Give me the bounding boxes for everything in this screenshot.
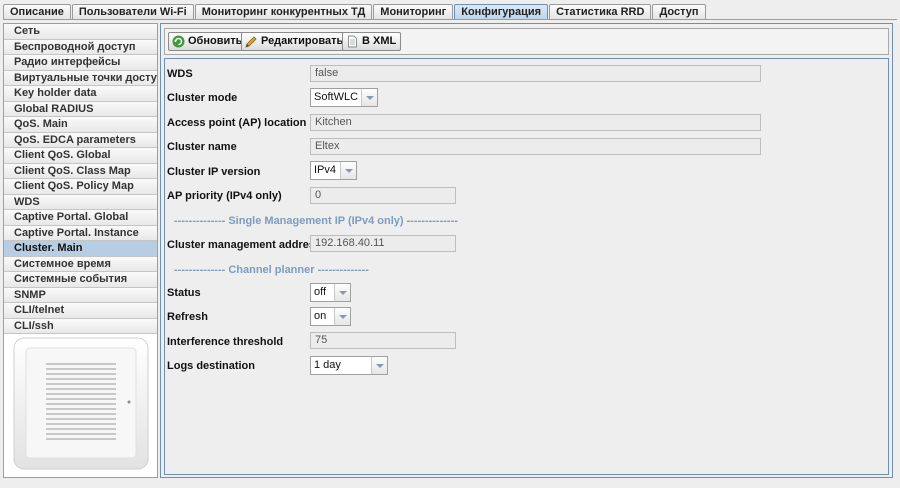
cluster-management-address-label: Cluster management address — [167, 239, 322, 251]
sidebar-item-cli-telnet[interactable]: CLI/telnet — [4, 303, 157, 319]
wds-field: false — [310, 65, 761, 82]
interference-threshold-label: Interference threshold — [167, 336, 284, 348]
chevron-down-icon — [361, 89, 377, 106]
channel-planner-separator: -------------- Channel planner ---------… — [174, 264, 369, 276]
sidebar-item-client-qos-global[interactable]: Client QoS. Global — [4, 148, 157, 164]
top-tab-bar: Описание Пользователи Wi-Fi Мониторинг к… — [3, 4, 707, 20]
chevron-down-icon — [371, 357, 387, 374]
cluster-name-label: Cluster name — [167, 141, 237, 153]
cluster-ip-version-value: IPv4 — [314, 164, 337, 176]
sidebar-item-virtual-aps[interactable]: Виртуальные точки доступа — [4, 70, 157, 86]
cluster-mode-select[interactable]: SoftWLC — [310, 88, 378, 107]
sidebar: Сеть Беспроводной доступ Радио интерфейс… — [3, 23, 158, 478]
wds-label: WDS — [167, 68, 193, 80]
sidebar-item-wireless-access[interactable]: Беспроводной доступ — [4, 39, 157, 55]
sidebar-item-global-radius[interactable]: Global RADIUS — [4, 101, 157, 117]
sidebar-item-qos-main[interactable]: QoS. Main — [4, 117, 157, 133]
sidebar-item-qos-edca[interactable]: QoS. EDCA parameters — [4, 132, 157, 148]
toolbar: Обновить Редактировать В XML — [164, 28, 889, 55]
export-xml-button[interactable]: В XML — [342, 32, 402, 51]
interference-threshold-field: 75 — [310, 332, 456, 349]
status-value: off — [314, 286, 327, 298]
ap-priority-label: AP priority (IPv4 only) — [167, 190, 282, 202]
sidebar-item-cli-ssh[interactable]: CLI/ssh — [4, 318, 157, 334]
sidebar-item-radio-interfaces[interactable]: Радио интерфейсы — [4, 55, 157, 71]
tab-description[interactable]: Описание — [3, 4, 71, 20]
tab-underline — [3, 19, 897, 20]
edit-button-label: Редактировать — [261, 35, 344, 47]
pencil-icon — [245, 36, 257, 48]
export-xml-button-label: В XML — [362, 35, 397, 47]
status-label: Status — [167, 287, 201, 299]
cluster-management-address-field: 192.168.40.11 — [310, 235, 456, 252]
cluster-name-field: Eltex — [310, 138, 761, 155]
chevron-down-icon — [334, 284, 350, 301]
sidebar-item-system-events[interactable]: Системные события — [4, 272, 157, 288]
sidebar-item-captive-portal-global[interactable]: Captive Portal. Global — [4, 210, 157, 226]
sidebar-item-captive-portal-instance[interactable]: Captive Portal. Instance — [4, 225, 157, 241]
ap-priority-field: 0 — [310, 187, 456, 204]
refresh-icon — [172, 35, 185, 48]
sidebar-item-system-time[interactable]: Системное время — [4, 256, 157, 272]
tab-access[interactable]: Доступ — [652, 4, 706, 20]
refresh-button[interactable]: Обновить — [168, 32, 248, 51]
logs-destination-label: Logs destination — [167, 360, 255, 372]
tab-monitoring[interactable]: Мониторинг — [373, 4, 454, 20]
refresh-select[interactable]: on — [310, 307, 351, 326]
tab-competitor-monitoring[interactable]: Мониторинг конкурентных ТД — [194, 4, 373, 20]
sidebar-item-key-holder-data[interactable]: Key holder data — [4, 86, 157, 102]
cluster-ip-version-select[interactable]: IPv4 — [310, 161, 357, 180]
chevron-down-icon — [340, 162, 356, 179]
sidebar-item-cluster-main[interactable]: Cluster. Main — [4, 241, 157, 257]
cluster-mode-value: SoftWLC — [314, 91, 359, 103]
edit-button[interactable]: Редактировать — [241, 32, 349, 51]
refresh-label: Refresh — [167, 311, 208, 323]
access-point-device-image — [13, 337, 149, 470]
logs-destination-select[interactable]: 1 day — [310, 356, 388, 375]
cluster-ip-version-label: Cluster IP version — [167, 166, 261, 178]
ap-location-label: Access point (AP) location — [167, 117, 307, 129]
tab-rrd-statistics[interactable]: Статистика RRD — [549, 4, 652, 20]
sidebar-item-client-qos-class-map[interactable]: Client QoS. Class Map — [4, 163, 157, 179]
refresh-value: on — [314, 310, 327, 322]
sidebar-item-snmp[interactable]: SNMP — [4, 287, 157, 303]
sidebar-item-client-qos-policy-map[interactable]: Client QoS. Policy Map — [4, 179, 157, 195]
ap-location-field: Kitchen — [310, 114, 761, 131]
single-management-ip-separator: -------------- Single Management IP (IPv… — [174, 215, 458, 227]
cluster-mode-label: Cluster mode — [167, 92, 238, 104]
status-select[interactable]: off — [310, 283, 351, 302]
cluster-main-form: WDS false Cluster mode SoftWLC Access po… — [164, 58, 889, 475]
tab-configuration[interactable]: Конфигурация — [454, 4, 549, 20]
document-icon — [348, 35, 357, 48]
logs-destination-value: 1 day — [314, 359, 341, 371]
refresh-button-label: Обновить — [188, 35, 243, 47]
tab-wifi-users[interactable]: Пользователи Wi-Fi — [71, 4, 194, 20]
sidebar-item-network[interactable]: Сеть — [4, 24, 157, 40]
chevron-down-icon — [334, 308, 350, 325]
sidebar-item-wds[interactable]: WDS — [4, 194, 157, 210]
main-panel: Обновить Редактировать В XML WDS false C… — [160, 23, 893, 478]
